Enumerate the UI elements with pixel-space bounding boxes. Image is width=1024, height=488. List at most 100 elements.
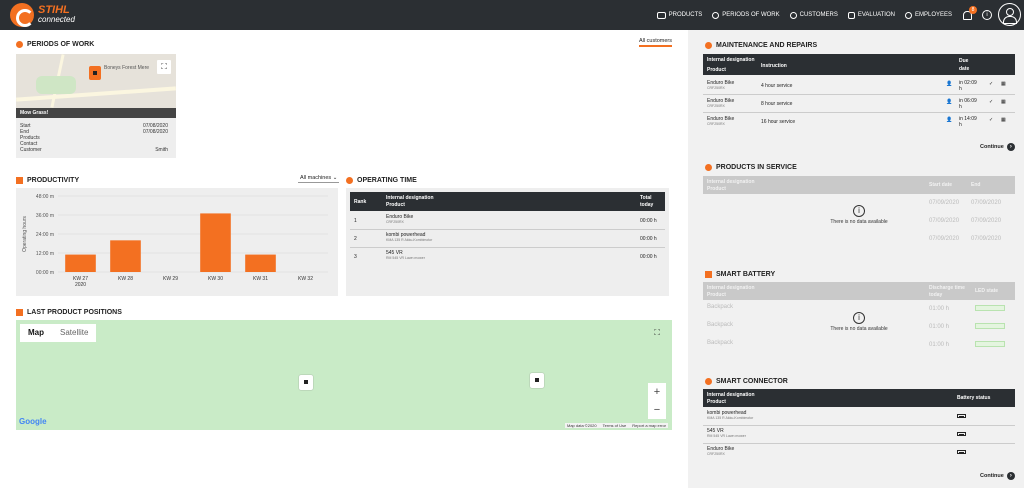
battery-icon	[957, 414, 966, 418]
productivity-chart: 00:00 m 12:00 m 24:00 m 36:00 m 48:00 m Opera…	[16, 188, 338, 296]
calendar-icon[interactable]: ▦	[1001, 81, 1006, 87]
product-position-pin[interactable]	[530, 373, 544, 388]
truck-icon	[16, 309, 23, 316]
check-icon[interactable]: ✓	[989, 99, 993, 105]
led-state-indicator	[975, 305, 1005, 311]
people-icon	[904, 11, 912, 19]
info-icon[interactable]: i	[982, 10, 992, 20]
y-tick-label: 00:00 m	[36, 270, 54, 276]
maintenance-continue-button[interactable]: Continue ›	[980, 143, 1015, 151]
all-customers-link[interactable]: All customers	[639, 38, 673, 47]
smart-connector-table: Internal designation Product Battery sta…	[703, 389, 1015, 459]
no-data-message: i There is no data available	[830, 312, 888, 332]
stihl-logo[interactable]: STIHL connected	[10, 3, 75, 27]
x-tick-label: KW 30	[208, 276, 223, 282]
table-row[interactable]: 1 Enduro Bike CRF250RX 00:00 h	[350, 212, 665, 230]
period-map-pin[interactable]	[89, 66, 101, 80]
main-nav: PRODUCTS PERIODS OF WORK CUSTOMERS EVALU…	[656, 0, 977, 30]
last-positions-title: LAST PRODUCT POSITIONS	[16, 309, 122, 316]
stihl-logo-icon	[10, 3, 34, 27]
product-position-pin[interactable]	[299, 375, 313, 390]
table-row[interactable]: 3 545 VR RM 545 VR Lawn mower 00:00 h	[350, 248, 665, 266]
zoom-out-button[interactable]: −	[648, 401, 666, 419]
check-icon[interactable]: ✓	[989, 117, 993, 123]
battery-icon	[705, 271, 712, 278]
tab-map[interactable]: Map	[20, 324, 52, 342]
table-row[interactable]: 545 VR RM 545 VR Lawn mower	[703, 426, 1015, 444]
bar	[65, 254, 96, 272]
person-icon[interactable]: 👤	[946, 117, 952, 123]
operating-time-table: Rank Internal designation Product Total …	[346, 188, 669, 296]
nav-customers[interactable]: CUSTOMERS	[789, 11, 838, 19]
top-bar: STIHL connected PRODUCTS PERIODS OF WORK…	[0, 0, 1024, 30]
calendar-icon[interactable]: ▦	[1001, 117, 1006, 123]
brand-sub: connected	[38, 15, 75, 24]
fullscreen-icon[interactable]: ⛶	[157, 60, 171, 74]
connector-continue-button[interactable]: Continue ›	[980, 472, 1015, 480]
positions-map[interactable]: Map Satellite ⛶ + − Google Map data ©202…	[16, 320, 672, 430]
avatar[interactable]	[998, 3, 1021, 26]
chevron-down-icon: ⌄	[332, 175, 338, 181]
products-in-service-title: PRODUCTS IN SERVICE	[705, 164, 797, 171]
no-entry-icon	[705, 164, 712, 171]
table-row[interactable]: Enduro Bike CRF250RX 8 hour service 👤 in …	[703, 95, 1015, 113]
map-footer: Map data ©2020 Terms of Use Report a map…	[565, 423, 668, 428]
x-tick-label: KW 32	[298, 276, 313, 282]
table-row[interactable]: kombi powerhead KMA 135 R Akku-Kombimotor	[703, 408, 1015, 426]
nav-products[interactable]: PRODUCTS	[656, 11, 702, 19]
bar	[245, 254, 276, 272]
operating-table-header: Rank Internal designation Product Total …	[350, 192, 665, 211]
operating-time-title: OPERATING TIME	[346, 177, 417, 184]
google-logo: Google	[19, 417, 47, 426]
map-place-label: Boneys Forest Mere	[104, 65, 150, 71]
maintenance-table: Internal designation Product Instruction…	[703, 54, 1015, 132]
y-axis-label: Operating hours	[22, 216, 28, 252]
clock-icon	[346, 177, 353, 184]
table-row[interactable]: 2 kombi powerhead KMA 135 R Akku-Kombimot…	[350, 230, 665, 248]
drop-icon	[705, 42, 712, 49]
zoom-in-button[interactable]: +	[648, 383, 666, 401]
table-row[interactable]: Enduro Bike CRF250RX 16 hour service 👤 in…	[703, 113, 1015, 131]
y-tick-label: 24:00 m	[36, 232, 54, 238]
period-banner: Mow Grass!	[16, 108, 176, 118]
smart-battery-table: Internal designation Product Discharge t…	[703, 282, 1015, 356]
person-icon[interactable]: 👤	[946, 99, 952, 105]
info-icon: i	[853, 312, 865, 324]
person-icon	[789, 11, 797, 19]
periods-map[interactable]: Boneys Forest Mere ⛶	[16, 54, 176, 108]
chevron-right-icon: ›	[1006, 472, 1015, 480]
bell-icon[interactable]: 8	[962, 6, 977, 20]
bar-chart-icon	[16, 177, 23, 184]
bar	[200, 213, 231, 272]
chevron-right-icon: ›	[1006, 143, 1015, 151]
clipboard-icon	[847, 11, 855, 19]
y-tick-label: 48:00 m	[36, 194, 54, 200]
person-icon[interactable]: 👤	[946, 81, 952, 87]
tab-satellite[interactable]: Satellite	[52, 324, 97, 342]
check-icon[interactable]: ✓	[989, 81, 993, 87]
battery-icon	[957, 450, 966, 454]
y-tick-label: 12:00 m	[36, 251, 54, 257]
bar	[110, 240, 141, 272]
brand-name: STIHL	[38, 4, 70, 16]
table-row[interactable]: Enduro Bike CRF250RX 4 hour service 👤 in …	[703, 77, 1015, 95]
maintenance-title: MAINTENANCE AND REPAIRS	[705, 42, 817, 49]
calendar-icon[interactable]: ▦	[1001, 99, 1006, 105]
x-tick-label: KW 29	[163, 276, 178, 282]
nav-employees[interactable]: EMPLOYEES	[904, 11, 952, 19]
x-tick-sublabel: 2020	[75, 282, 86, 288]
machines-filter-dropdown[interactable]: All machines ⌄	[298, 175, 340, 183]
fullscreen-icon[interactable]: ⛶	[650, 326, 664, 340]
no-data-message: i There is no data available	[830, 205, 888, 225]
connector-icon	[705, 378, 712, 385]
nav-evaluation[interactable]: EVALUATION	[847, 11, 895, 19]
table-row[interactable]: Enduro Bike CRF250RX	[703, 444, 1015, 462]
periods-card[interactable]: Boneys Forest Mere ⛶ Mow Grass! Start 07/…	[16, 54, 176, 158]
info-icon: i	[853, 205, 865, 217]
smart-battery-title: SMART BATTERY	[705, 271, 775, 278]
products-in-service-table: Internal designation Product Start date …	[703, 176, 1015, 248]
y-tick-label: 36:00 m	[36, 213, 54, 219]
nav-periods-of-work[interactable]: PERIODS OF WORK	[712, 11, 780, 19]
productivity-title: PRODUCTIVITY	[16, 177, 79, 184]
truck-icon	[656, 11, 666, 19]
